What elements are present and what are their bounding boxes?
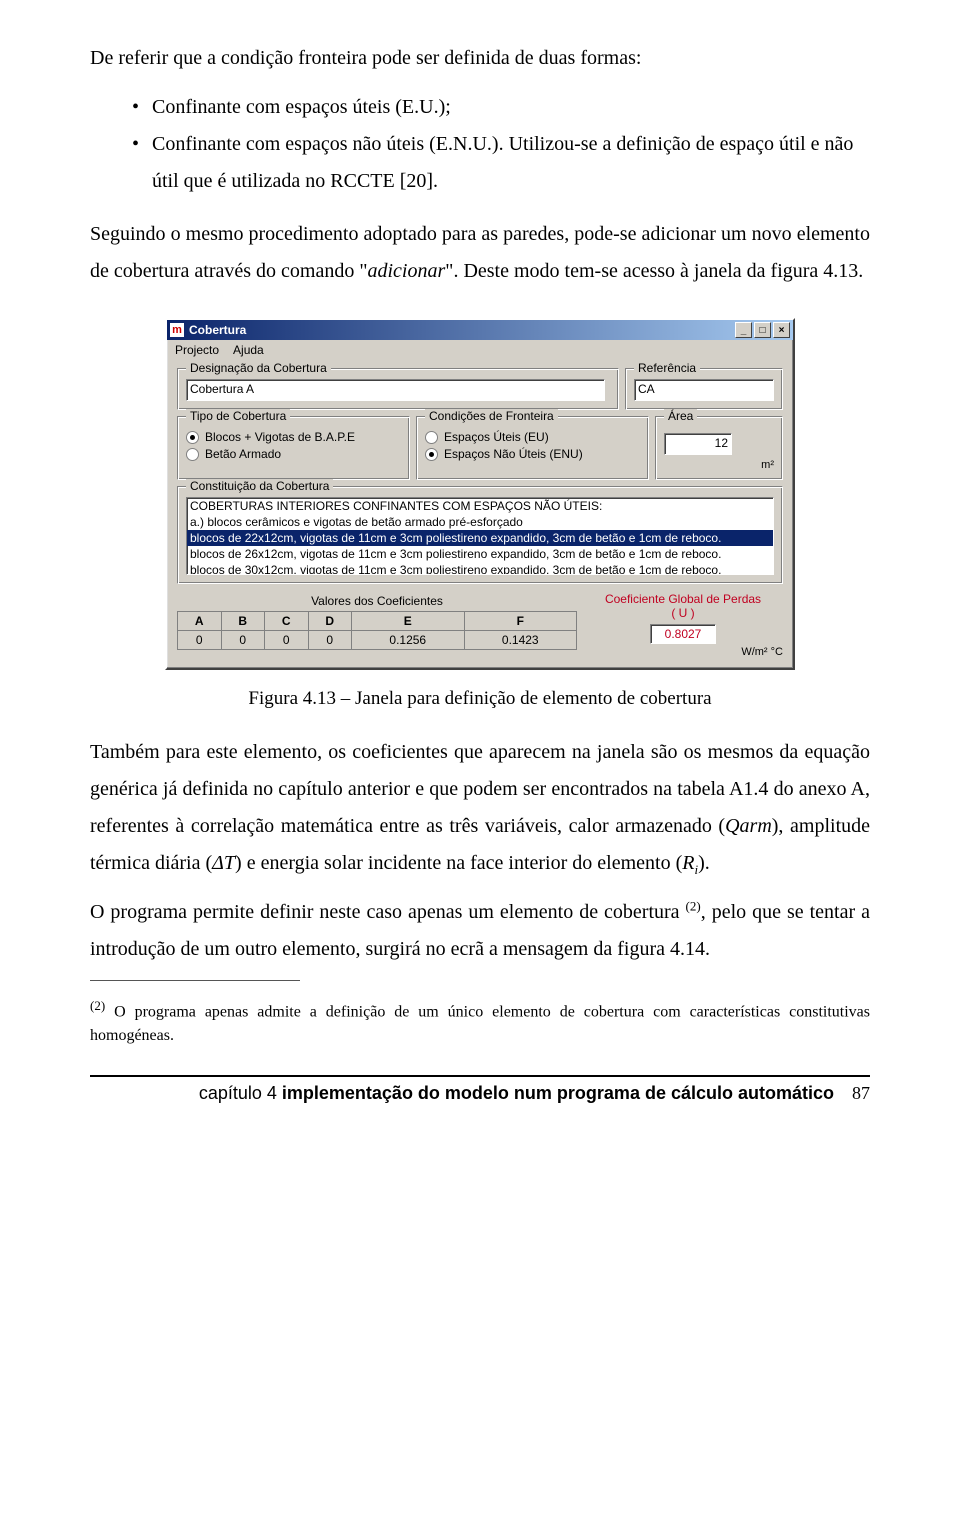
radio-betao-label: Betão Armado — [205, 447, 281, 461]
list-item[interactable]: a.) blocos cerâmicos e vigotas de betão … — [187, 514, 773, 530]
coef-h-e: E — [352, 612, 465, 631]
const-label: Constituição da Cobertura — [186, 479, 333, 493]
u-value: 0.8027 — [650, 624, 717, 644]
footnote-rule — [90, 980, 300, 981]
footer-pre: capítulo 4 — [199, 1083, 282, 1103]
list-item[interactable]: blocos de 22x12cm, vigotas de 11cm e 3cm… — [187, 530, 773, 546]
para3-c: ) e energia solar incidente na face inte… — [235, 852, 682, 874]
radio-dot-icon — [186, 448, 199, 461]
radio-dot-icon — [186, 431, 199, 444]
coef-h-d: D — [308, 612, 352, 631]
coef-v-c: 0 — [265, 631, 309, 650]
para2-italic: adicionar — [368, 260, 446, 282]
maximize-button[interactable]: □ — [754, 322, 771, 338]
coef-v-b: 0 — [221, 631, 265, 650]
footnote: (2) O programa apenas admite a definição… — [90, 997, 870, 1047]
coef-table: A B C D E F 0 0 0 0 — [177, 611, 577, 650]
page-footer: capítulo 4 implementação do modelo num p… — [90, 1083, 870, 1104]
area-label: Área — [664, 409, 697, 423]
area-unit: m² — [664, 459, 774, 471]
area-input[interactable]: 12 — [664, 433, 732, 455]
coef-v-d: 0 — [308, 631, 352, 650]
u-label: Coeficiente Global de Perdas — [583, 592, 783, 606]
list-item[interactable]: blocos de 26x12cm, vigotas de 11cm e 3cm… — [187, 546, 773, 562]
window-title: Cobertura — [189, 323, 735, 337]
titlebar: m Cobertura _ □ × — [167, 320, 793, 340]
referencia-label: Referência — [634, 361, 700, 375]
para-4: O programa permite definir neste caso ap… — [90, 894, 870, 968]
radio-enu-label: Espaços Não Úteis (ENU) — [444, 447, 583, 461]
radio-eu[interactable]: Espaços Úteis (EU) — [425, 430, 640, 444]
coef-h-b: B — [221, 612, 265, 631]
referencia-input[interactable]: CA — [634, 379, 774, 401]
radio-blocos[interactable]: Blocos + Vigotas de B.A.P.E — [186, 430, 401, 444]
radio-betao[interactable]: Betão Armado — [186, 447, 401, 461]
coef-label: Valores dos Coeficientes — [177, 594, 577, 608]
close-button[interactable]: × — [773, 322, 790, 338]
para4-sup: (2) — [686, 898, 701, 913]
designacao-input[interactable]: Cobertura A — [186, 379, 605, 401]
minimize-button[interactable]: _ — [735, 322, 752, 338]
footnote-text: O programa apenas admite a definição de … — [90, 1003, 870, 1043]
para-3: Também para este elemento, os coeficient… — [90, 734, 870, 882]
coef-h-f: F — [464, 612, 577, 631]
coef-h-a: A — [178, 612, 222, 631]
coef-v-a: 0 — [178, 631, 222, 650]
list-item[interactable]: blocos de 30x12cm, vigotas de 11cm e 3cm… — [187, 562, 773, 575]
designacao-label: Designação da Cobertura — [186, 361, 331, 375]
page-number: 87 — [852, 1083, 870, 1104]
radio-blocos-label: Blocos + Vigotas de B.A.P.E — [205, 430, 355, 444]
footer-rule — [90, 1075, 870, 1077]
para-2: Seguindo o mesmo procedimento adoptado p… — [90, 216, 870, 290]
intro-line: De referir que a condição fronteira pode… — [90, 40, 870, 77]
footnote-sup: (2) — [90, 998, 105, 1013]
const-listbox[interactable]: COBERTURAS INTERIORES CONFINANTES COM ES… — [186, 497, 774, 575]
menubar: Projecto Ajuda — [167, 340, 793, 360]
figure-caption: Figura 4.13 – Janela para definição de e… — [90, 688, 870, 710]
para3-dt: ΔT — [212, 852, 235, 874]
radio-eu-label: Espaços Úteis (EU) — [444, 430, 549, 444]
intro-bullets: Confinante com espaços úteis (E.U.); Con… — [132, 89, 870, 200]
para3-qarm: Qarm — [725, 815, 772, 837]
u-sub: ( U ) — [583, 606, 783, 620]
bullet-2: Confinante com espaços não úteis (E.N.U.… — [132, 126, 870, 200]
radio-dot-icon — [425, 431, 438, 444]
bullet-1: Confinante com espaços úteis (E.U.); — [132, 89, 870, 126]
coef-v-f: 0.1423 — [464, 631, 577, 650]
para4-a: O programa permite definir neste caso ap… — [90, 901, 686, 923]
para2-b: ". Deste modo tem-se acesso à janela da … — [445, 260, 863, 282]
u-unit: W/m² °C — [583, 646, 783, 658]
coef-v-e: 0.1256 — [352, 631, 465, 650]
radio-enu[interactable]: Espaços Não Úteis (ENU) — [425, 447, 640, 461]
coef-h-c: C — [265, 612, 309, 631]
cobertura-window: m Cobertura _ □ × Projecto Ajuda Designa… — [165, 318, 795, 670]
cond-label: Condições de Fronteira — [425, 409, 558, 423]
para3-ri: R — [682, 852, 694, 874]
menu-ajuda[interactable]: Ajuda — [233, 343, 264, 357]
tipo-label: Tipo de Cobertura — [186, 409, 290, 423]
list-item[interactable]: COBERTURAS INTERIORES CONFINANTES COM ES… — [187, 498, 773, 514]
radio-dot-icon — [425, 448, 438, 461]
menu-projecto[interactable]: Projecto — [175, 343, 219, 357]
app-icon: m — [170, 323, 184, 337]
para3-d: ). — [698, 852, 710, 874]
footer-bold: implementação do modelo num programa de … — [282, 1083, 834, 1103]
